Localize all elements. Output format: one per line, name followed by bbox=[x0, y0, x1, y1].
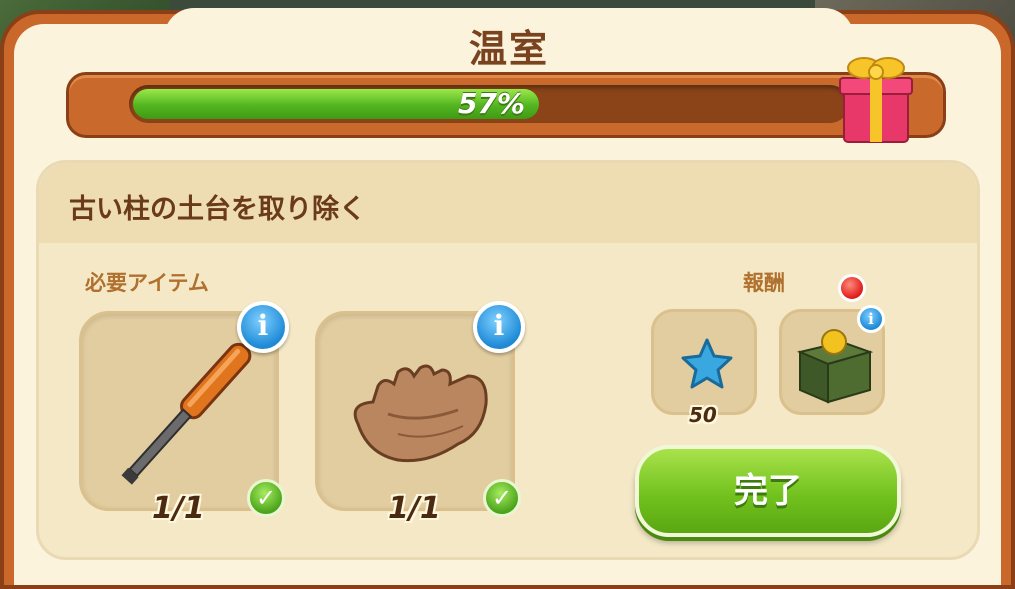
progress-track: 57% bbox=[129, 85, 849, 123]
reward-star[interactable] bbox=[651, 309, 757, 415]
task-title: 古い柱の土台を取り除く bbox=[69, 194, 366, 225]
gift-box-icon[interactable] bbox=[838, 48, 914, 144]
item-count: 1/1 bbox=[388, 491, 441, 526]
reward-star-count: 50 bbox=[689, 403, 717, 427]
progress-percent: 57% bbox=[457, 87, 525, 120]
task-panel: 古い柱の土台を取り除く 必要アイテム 報酬 1/1 i ✓ 1/1 i ✓ 50 bbox=[36, 160, 980, 560]
dialog-title: 温室 bbox=[468, 27, 549, 71]
check-icon: ✓ bbox=[247, 479, 285, 517]
title-tab: 温室 bbox=[164, 8, 854, 78]
task-header: 古い柱の土台を取り除く bbox=[39, 163, 977, 243]
info-button[interactable]: i bbox=[237, 301, 289, 353]
check-icon: ✓ bbox=[483, 479, 521, 517]
info-button[interactable]: i bbox=[473, 301, 525, 353]
complete-button[interactable]: 完了 bbox=[635, 445, 901, 537]
notification-dot bbox=[838, 274, 866, 302]
reward-label: 報酬 bbox=[743, 271, 785, 295]
item-count: 1/1 bbox=[152, 491, 205, 526]
info-button-small[interactable]: i bbox=[857, 305, 885, 333]
required-items-label: 必要アイテム bbox=[85, 271, 209, 295]
progress-bar: 57% bbox=[66, 72, 946, 138]
